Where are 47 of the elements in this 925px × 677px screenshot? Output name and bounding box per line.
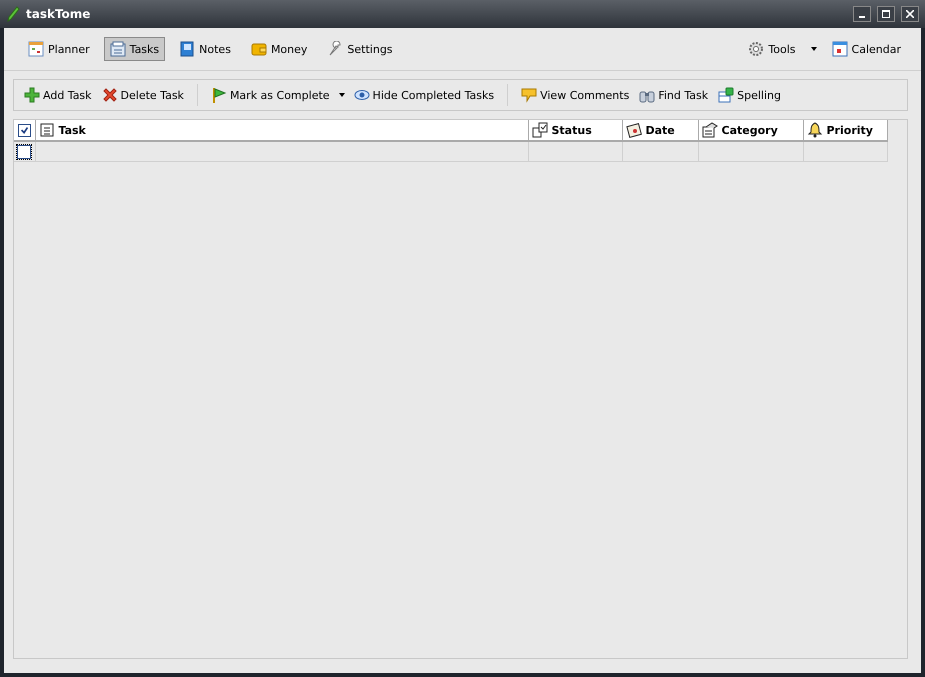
caret-icon[interactable] [338, 91, 346, 99]
checklist-icon [532, 122, 548, 138]
column-header[interactable]: Priority [803, 120, 887, 141]
nav-button[interactable]: Tools [742, 37, 802, 61]
wallet-icon [250, 41, 267, 57]
toolbar-button[interactable]: Mark as Complete [208, 85, 332, 105]
eye-icon [354, 87, 370, 103]
column-header[interactable]: Task [35, 120, 528, 141]
flag-icon [210, 87, 227, 103]
toolbar-button[interactable]: View Comments [519, 85, 632, 105]
speech-bubble-icon [521, 87, 538, 103]
folder-icon [702, 122, 718, 138]
toolbar-button[interactable]: Hide Completed Tasks [352, 85, 496, 105]
close-icon [906, 10, 914, 18]
spell-check-icon [718, 87, 734, 103]
nav-tab[interactable]: Notes [173, 37, 237, 61]
toolbar-button[interactable]: Spelling [716, 85, 783, 105]
row-checkbox[interactable] [17, 144, 32, 158]
toolbar-button[interactable]: Add Task [22, 85, 94, 105]
calendar-icon [626, 122, 642, 138]
select-all-checkbox[interactable] [18, 124, 31, 136]
bell-icon [806, 122, 822, 138]
column-header[interactable]: Category [698, 120, 803, 141]
clipboard-icon [110, 41, 126, 57]
column-header[interactable]: Date [622, 120, 698, 141]
list-icon [38, 122, 54, 138]
column-header[interactable]: Status [528, 120, 622, 141]
calendar-icon [832, 41, 848, 57]
nav-tab[interactable]: Money [244, 37, 314, 61]
maximize-icon [882, 10, 890, 18]
nav-tab[interactable]: Tasks [104, 37, 166, 61]
cross-icon [102, 87, 118, 103]
close-button[interactable] [901, 6, 919, 22]
toolbar-button[interactable]: Find Task [637, 85, 710, 105]
pencil-icon [6, 6, 20, 22]
caret-icon[interactable] [810, 45, 818, 53]
minimize-button[interactable] [853, 6, 871, 22]
nav-tab[interactable]: Settings [321, 37, 399, 61]
plus-icon [24, 87, 40, 103]
notebook-icon [179, 41, 196, 57]
nav-tab[interactable]: Planner [22, 37, 96, 61]
gear-icon [748, 41, 764, 57]
window-title: taskTome [26, 7, 90, 21]
maximize-button[interactable] [877, 6, 895, 22]
toolbar-button[interactable]: Delete Task [100, 85, 186, 105]
nav-button[interactable]: Calendar [826, 37, 907, 61]
planner-icon [28, 41, 44, 57]
